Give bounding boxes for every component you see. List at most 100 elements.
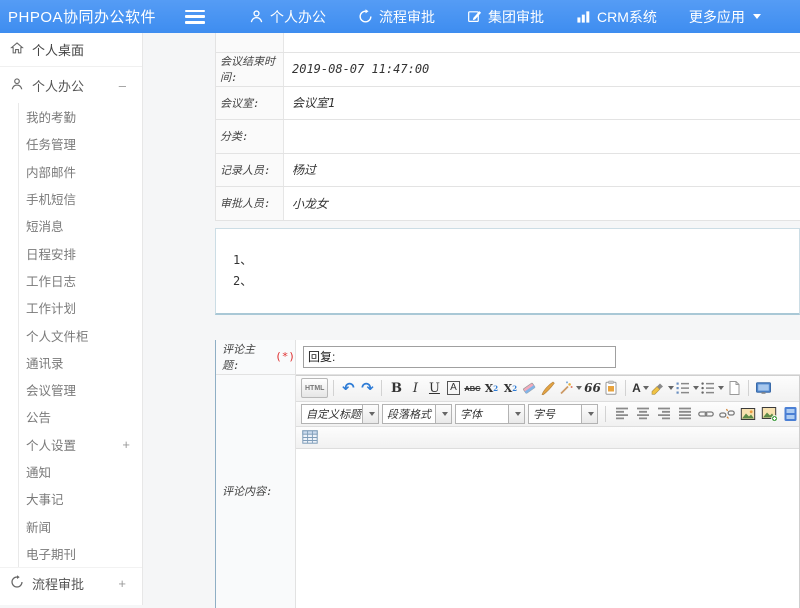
sidebar-item-announcement[interactable]: 公告 bbox=[19, 403, 142, 430]
sidebar-item-workflow-approval[interactable]: 流程审批 + bbox=[0, 567, 142, 598]
table-row-meeting-end-time: 会议结束时间: 2019-08-07 11:47:00 bbox=[216, 53, 800, 87]
sidebar-item-mobile-sms[interactable]: 手机短信 bbox=[19, 185, 142, 212]
link-icon[interactable] bbox=[697, 404, 715, 424]
caret-down-icon bbox=[693, 386, 699, 390]
align-justify-icon[interactable] bbox=[676, 404, 694, 424]
expand-icon[interactable]: + bbox=[122, 437, 142, 452]
sidebar-item-contacts[interactable]: 通讯录 bbox=[19, 349, 142, 376]
table-row bbox=[216, 33, 800, 53]
new-page-icon[interactable] bbox=[725, 378, 743, 398]
font-family-dropdown[interactable]: 字体 bbox=[455, 404, 525, 424]
menu-toggle-icon[interactable] bbox=[185, 10, 205, 24]
caret-down-icon bbox=[581, 405, 597, 423]
history-icon bbox=[358, 9, 373, 24]
sidebar-item-meeting-management[interactable]: 会议管理 bbox=[19, 376, 142, 403]
sidebar-item-personal-settings[interactable]: 个人设置+ bbox=[19, 431, 142, 458]
field-label: 评论主题: (*) bbox=[216, 340, 296, 374]
strikethrough-icon[interactable]: ABC bbox=[463, 378, 481, 398]
person-icon bbox=[249, 9, 264, 24]
collapse-icon[interactable]: – bbox=[119, 78, 132, 93]
sidebar-item-label: 流程审批 bbox=[32, 574, 84, 593]
sidebar-item-schedule[interactable]: 日程安排 bbox=[19, 239, 142, 266]
content-line: 2、 bbox=[233, 271, 799, 292]
font-box-icon[interactable]: A bbox=[444, 378, 462, 398]
field-label: 评论内容: bbox=[216, 375, 296, 608]
sidebar-item-news[interactable]: 新闻 bbox=[19, 512, 142, 539]
nav-workflow-approval[interactable]: 流程审批 bbox=[342, 0, 451, 33]
paragraph-format-dropdown[interactable]: 段落格式 bbox=[382, 404, 452, 424]
sidebar-item-major-events[interactable]: 大事记 bbox=[19, 485, 142, 512]
unordered-list-icon[interactable] bbox=[700, 378, 724, 398]
nav-group-approval[interactable]: 集团审批 bbox=[451, 0, 560, 33]
align-center-icon[interactable] bbox=[634, 404, 652, 424]
table-row-category: 分类: bbox=[216, 120, 800, 154]
sidebar-item-work-plan[interactable]: 工作计划 bbox=[19, 294, 142, 321]
sidebar-item-short-message[interactable]: 短消息 bbox=[19, 212, 142, 239]
sidebar-item-personal-office[interactable]: 个人办公 – bbox=[0, 67, 142, 103]
caret-down-icon bbox=[643, 386, 649, 390]
subscript-icon[interactable]: X2 bbox=[501, 378, 519, 398]
magic-wand-icon[interactable] bbox=[558, 378, 582, 398]
redo-icon[interactable]: ↷ bbox=[358, 378, 376, 398]
field-label: 会议结束时间: bbox=[216, 53, 284, 86]
sidebar-item-work-log[interactable]: 工作日志 bbox=[19, 267, 142, 294]
comment-content-row: 评论内容: HTML ↶ ↷ B I U A ABC bbox=[216, 375, 800, 608]
rich-text-editor: HTML ↶ ↷ B I U A ABC X2 X2 bbox=[296, 375, 800, 608]
unlink-icon[interactable] bbox=[718, 404, 736, 424]
table-row-meeting-room: 会议室: 会议室1 bbox=[216, 87, 800, 121]
bold-icon[interactable]: B bbox=[387, 378, 405, 398]
top-navbar: PHPOA协同办公软件 个人办公 流程审批 集团审批 CRM系统 更多应用 bbox=[0, 0, 800, 33]
caret-down-icon bbox=[576, 386, 582, 390]
paste-icon[interactable] bbox=[602, 378, 620, 398]
font-size-dropdown[interactable]: 字号 bbox=[528, 404, 598, 424]
sidebar-item-attendance[interactable]: 我的考勤 bbox=[19, 103, 142, 130]
comment-subject-input[interactable] bbox=[303, 346, 616, 368]
field-value: 2019-08-07 11:47:00 bbox=[284, 53, 800, 86]
caret-down-icon bbox=[435, 405, 451, 423]
ordered-list-icon[interactable] bbox=[675, 378, 699, 398]
blockquote-icon[interactable]: 66 bbox=[583, 378, 601, 398]
caret-down-icon bbox=[753, 14, 761, 19]
sidebar-item-file-cabinet[interactable]: 个人文件柜 bbox=[19, 321, 142, 348]
nav-more-apps[interactable]: 更多应用 bbox=[673, 0, 777, 33]
app-title: PHPOA协同办公软件 bbox=[0, 6, 185, 27]
html-source-icon[interactable]: HTML bbox=[301, 378, 328, 398]
sidebar-item-notice[interactable]: 通知 bbox=[19, 458, 142, 485]
editor-toolbar-row1: HTML ↶ ↷ B I U A ABC X2 X2 bbox=[296, 376, 799, 402]
comment-subject-row: 评论主题: (*) bbox=[216, 340, 800, 375]
field-label: 审批人员: bbox=[216, 187, 284, 220]
comment-editor-area[interactable] bbox=[296, 449, 799, 608]
sidebar-item-internal-mail[interactable]: 内部邮件 bbox=[19, 158, 142, 185]
italic-icon[interactable]: I bbox=[406, 378, 424, 398]
field-value: 杨过 bbox=[284, 154, 800, 187]
highlight-pen-icon[interactable] bbox=[650, 378, 674, 398]
align-right-icon[interactable] bbox=[655, 404, 673, 424]
table-icon[interactable] bbox=[301, 427, 319, 447]
nav-label: 流程审批 bbox=[379, 7, 435, 27]
expand-icon[interactable]: + bbox=[118, 576, 132, 591]
fullscreen-icon[interactable] bbox=[754, 378, 772, 398]
sidebar-item-desktop[interactable]: 个人桌面 bbox=[0, 33, 142, 67]
nav-personal-office[interactable]: 个人办公 bbox=[233, 0, 342, 33]
font-color-icon[interactable]: A bbox=[631, 378, 649, 398]
person-icon bbox=[10, 77, 24, 94]
field-value: 小龙女 bbox=[284, 187, 800, 220]
undo-icon[interactable]: ↶ bbox=[339, 378, 357, 398]
media-icon[interactable] bbox=[781, 404, 799, 424]
sidebar-item-tasks[interactable]: 任务管理 bbox=[19, 130, 142, 157]
field-label: 分类: bbox=[216, 120, 284, 153]
editor-toolbar-row3 bbox=[296, 427, 799, 449]
sidebar-item-e-journal[interactable]: 电子期刊 bbox=[19, 540, 142, 567]
nav-label: 更多应用 bbox=[689, 7, 745, 27]
image-icon[interactable] bbox=[739, 404, 757, 424]
superscript-icon[interactable]: X2 bbox=[482, 378, 500, 398]
underline-icon[interactable]: U bbox=[425, 378, 443, 398]
left-sidebar: 个人桌面 个人办公 – 我的考勤 任务管理 内部邮件 手机短信 短消息 日程安排… bbox=[0, 33, 143, 605]
nav-crm-system[interactable]: CRM系统 bbox=[560, 0, 673, 33]
eraser-icon[interactable] bbox=[520, 378, 538, 398]
insert-image-icon[interactable] bbox=[760, 404, 778, 424]
format-painter-icon[interactable] bbox=[539, 378, 557, 398]
heading-style-dropdown[interactable]: 自定义标题 bbox=[301, 404, 379, 424]
align-left-icon[interactable] bbox=[613, 404, 631, 424]
content-line: 1、 bbox=[233, 250, 799, 271]
